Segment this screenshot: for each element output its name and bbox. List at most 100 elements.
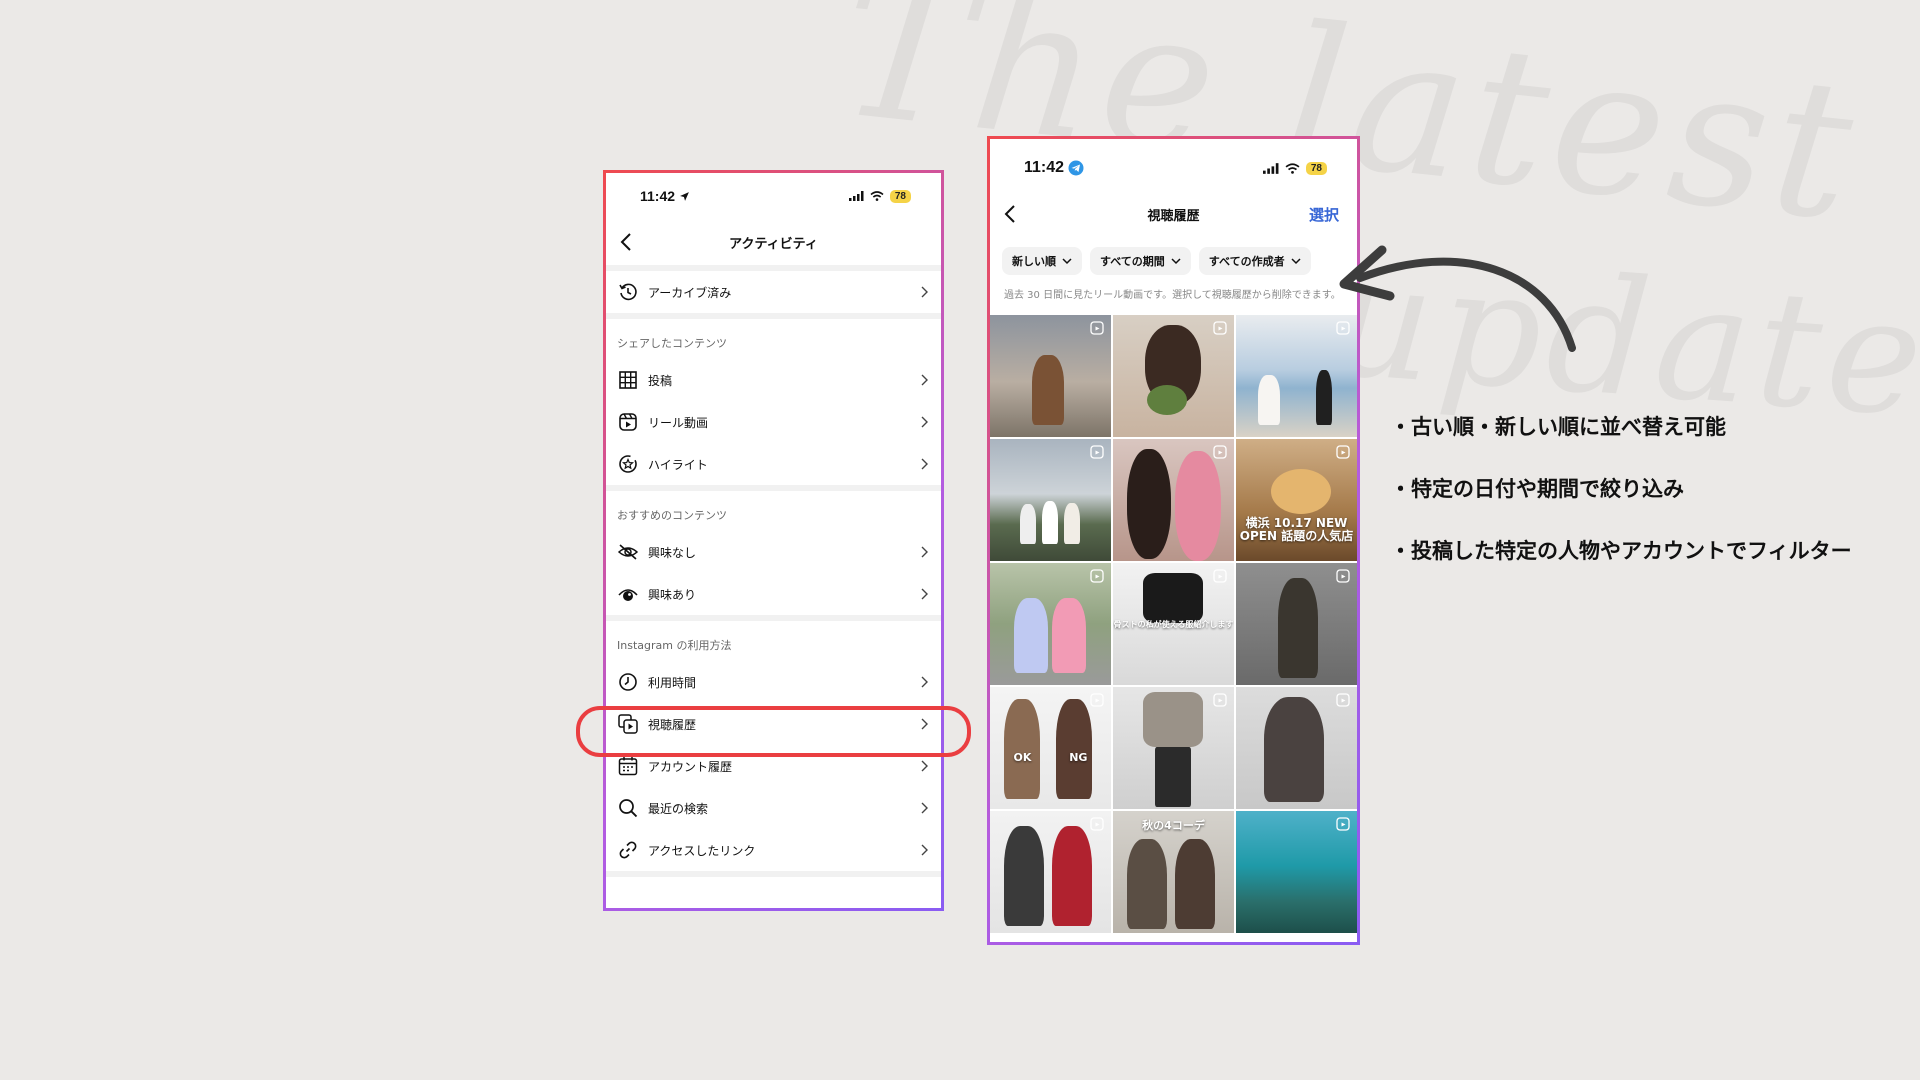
highlight-icon: [617, 453, 639, 475]
menu-label: 興味あり: [648, 587, 697, 602]
reels-icon: [1090, 444, 1104, 459]
menu-item-links-visited[interactable]: アクセスしたリンク: [606, 829, 941, 871]
menu-item-reels[interactable]: リール動画: [606, 401, 941, 443]
chevron-right-icon: [921, 416, 928, 428]
menu-label: アクセスしたリンク: [648, 843, 756, 858]
chevron-down-icon: [1062, 258, 1072, 265]
feature-bullet: ・投稿した特定の人物やアカウントでフィルター: [1390, 539, 1852, 563]
reel-caption: 骨ストの私が使える服紹介します: [1113, 619, 1234, 629]
reel-thumbnail[interactable]: OK NG: [990, 686, 1111, 809]
menu-label: 投稿: [648, 373, 673, 388]
watch-history-phone-screen: 11:42 78 視聴履歴 選択 新しい順 すべての期間 すべての作成者 過去 …: [987, 136, 1360, 945]
search-icon: [617, 797, 639, 819]
reel-thumbnail[interactable]: 横浜 10.17 NEW OPEN 話題の人気店: [1236, 438, 1357, 561]
status-bar: 11:42 78: [606, 173, 941, 219]
curved-arrow-icon: [1339, 245, 1576, 352]
reels-grid: 横浜 10.17 NEW OPEN 話題の人気店 骨ストの私が使える服紹介します…: [990, 314, 1357, 933]
reel-thumbnail[interactable]: [1236, 562, 1357, 685]
status-bar: 11:42 78: [990, 139, 1357, 191]
reel-caption: OK NG: [1013, 750, 1088, 764]
chevron-right-icon: [921, 844, 928, 856]
reels-icon: [1213, 692, 1227, 707]
reels-icon: [1090, 320, 1104, 335]
reel-thumbnail[interactable]: [1236, 686, 1357, 809]
chevron-right-icon: [921, 286, 928, 298]
reel-thumbnail[interactable]: [1113, 686, 1234, 809]
filter-row: 新しい順 すべての期間 すべての作成者: [990, 237, 1357, 281]
page-title: 視聴履歴: [1147, 208, 1200, 224]
eye-off-icon: [617, 541, 639, 563]
chevron-right-icon: [921, 546, 928, 558]
reel-caption: 横浜 10.17 NEW OPEN 話題の人気店: [1239, 515, 1354, 544]
reel-thumbnail[interactable]: 秋の4コーデ: [1113, 810, 1234, 933]
menu-item-not-interested[interactable]: 興味なし: [606, 531, 941, 573]
battery-badge: 78: [1305, 161, 1327, 175]
filter-label: すべての作成者: [1208, 255, 1285, 268]
telegram-icon: [1068, 160, 1084, 176]
activity-phone-screen: 11:42 78 アクティビティ アーカイブ済み シェアしたコンテンツ 投稿 リ…: [603, 170, 944, 911]
battery-badge: 78: [889, 189, 911, 203]
watch-history-header: 視聴履歴 選択: [990, 191, 1357, 237]
menu-label: 最近の検索: [648, 801, 709, 816]
feature-bullet: ・古い順・新しい順に並べ替え可能: [1390, 415, 1726, 439]
reel-thumbnail[interactable]: [990, 314, 1111, 437]
menu-label: 利用時間: [648, 675, 697, 690]
menu-item-interested[interactable]: 興味あり: [606, 573, 941, 615]
reels-icon: [1213, 320, 1227, 335]
eye-icon: [617, 583, 639, 605]
menu-label: リール動画: [648, 415, 709, 430]
menu-item-posts[interactable]: 投稿: [606, 359, 941, 401]
menu-item-time-spent[interactable]: 利用時間: [606, 661, 941, 703]
menu-item-recent-searches[interactable]: 最近の検索: [606, 787, 941, 829]
reels-icon: [1336, 816, 1350, 831]
chevron-left-icon: [620, 233, 631, 251]
watch-history-highlight-ring: [576, 706, 971, 757]
helper-text: 過去 30 日間に見たリール動画です。選択して視聴履歴から削除できます。: [1004, 290, 1341, 301]
reel-thumbnail[interactable]: [1236, 810, 1357, 933]
back-button[interactable]: [620, 231, 640, 253]
chevron-down-icon: [1171, 258, 1181, 265]
reels-icon: [1090, 568, 1104, 583]
wifi-icon: [1285, 162, 1300, 174]
feature-bullet-list: ・古い順・新しい順に並べ替え可能 ・特定の日付や期間で絞り込み ・投稿した特定の…: [1390, 395, 1852, 581]
history-icon: [617, 281, 639, 303]
menu-label: アカウント履歴: [648, 759, 733, 774]
calendar-icon: [617, 755, 639, 777]
reels-icon: [1090, 816, 1104, 831]
back-button[interactable]: [1004, 203, 1024, 225]
wifi-icon: [870, 191, 884, 201]
reels-icon: [1213, 444, 1227, 459]
chevron-down-icon: [1291, 258, 1301, 265]
section-label-recommended: おすすめのコンテンツ: [617, 509, 727, 522]
chevron-right-icon: [921, 458, 928, 470]
filter-label: すべての期間: [1100, 255, 1165, 268]
reel-thumbnail[interactable]: [990, 562, 1111, 685]
feature-bullet: ・特定の日付や期間で絞り込み: [1390, 477, 1684, 501]
reel-thumbnail[interactable]: [990, 810, 1111, 933]
menu-item-archive[interactable]: アーカイブ済み: [606, 271, 941, 313]
author-filter-chip[interactable]: すべての作成者: [1198, 247, 1311, 275]
reel-thumbnail[interactable]: [990, 438, 1111, 561]
status-time: 11:42: [1024, 159, 1065, 176]
chevron-right-icon: [921, 802, 928, 814]
reels-icon: [1336, 444, 1350, 459]
reel-thumbnail[interactable]: [1113, 314, 1234, 437]
reel-thumbnail[interactable]: 骨ストの私が使える服紹介します: [1113, 562, 1234, 685]
sort-filter-chip[interactable]: 新しい順: [1002, 247, 1082, 275]
page-title: アクティビティ: [729, 236, 818, 252]
grid-icon: [617, 369, 639, 391]
reels-icon: [1090, 692, 1104, 707]
reels-icon: [617, 411, 639, 433]
section-label-usage: Instagram の利用方法: [617, 639, 732, 652]
signal-icon: [848, 191, 864, 201]
filter-label: 新しい順: [1012, 255, 1056, 268]
date-filter-chip[interactable]: すべての期間: [1090, 247, 1191, 275]
chevron-right-icon: [921, 374, 928, 386]
menu-item-highlights[interactable]: ハイライト: [606, 443, 941, 485]
reels-icon: [1336, 692, 1350, 707]
link-icon: [617, 839, 639, 861]
reel-thumbnail[interactable]: [1113, 438, 1234, 561]
select-button[interactable]: 選択: [1309, 204, 1339, 225]
reels-icon: [1336, 568, 1350, 583]
chevron-right-icon: [921, 588, 928, 600]
